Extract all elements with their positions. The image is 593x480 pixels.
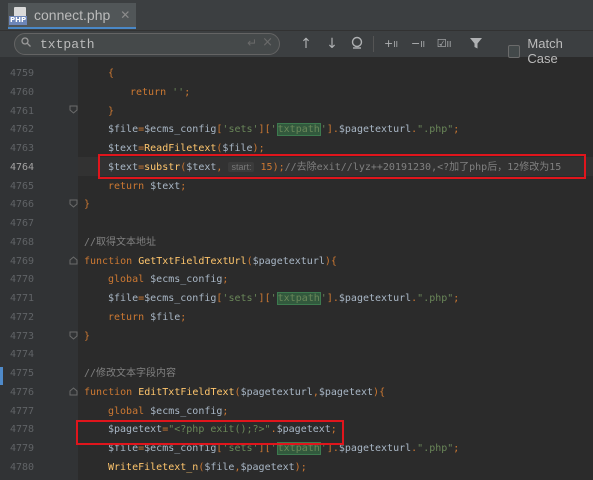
editor-tab-bar: PHP connect.php ✕ bbox=[0, 0, 593, 31]
close-icon[interactable]: ✕ bbox=[120, 8, 130, 22]
search-input[interactable] bbox=[40, 35, 240, 53]
filter-icon[interactable] bbox=[468, 36, 484, 52]
remove-occurrence-icon[interactable]: −II bbox=[408, 36, 428, 52]
tab-connect-php[interactable]: PHP connect.php ✕ bbox=[8, 3, 137, 29]
code-line: $file=$ecms_config['sets']['txtpath'].$p… bbox=[108, 292, 460, 305]
select-all-occurrences-icon[interactable]: ☑II bbox=[434, 36, 454, 52]
annotation-box-substr bbox=[98, 154, 586, 179]
previous-occurrence-button[interactable]: ↑ bbox=[298, 36, 314, 52]
code-line: //取得文本地址 bbox=[84, 237, 157, 248]
php-file-icon: PHP bbox=[9, 7, 28, 25]
code-line: $file=$ecms_config['sets']['txtpath'].$p… bbox=[108, 123, 460, 136]
code-line: global $ecms_config; bbox=[108, 406, 229, 417]
search-icon[interactable] bbox=[21, 37, 31, 47]
code-line: //修改文本字段内容 bbox=[84, 368, 177, 379]
code-line: WriteFiletext_n($file,$pagetext); bbox=[108, 462, 307, 473]
match-case-box[interactable] bbox=[508, 44, 521, 58]
code-line: function EditTxtFieldText($pagetexturl,$… bbox=[84, 387, 386, 398]
code-line: } bbox=[108, 106, 115, 117]
code-line: } bbox=[84, 199, 91, 210]
code-line: } bbox=[84, 331, 91, 342]
code-editor[interactable]: 4759 4760 4761 4762 4763 4764 4765 4766 … bbox=[0, 57, 593, 480]
search-field[interactable]: ↵ × bbox=[14, 33, 280, 55]
code-line: return $text; bbox=[108, 181, 187, 192]
add-occurrence-icon[interactable]: +II bbox=[381, 36, 401, 52]
toolbar-separator bbox=[373, 36, 374, 52]
code-line: function GetTxtFieldTextUrl($pagetexturl… bbox=[84, 256, 337, 267]
find-bar: ↵ × ↑ ↓ +II −II ☑II Match Case bbox=[0, 31, 593, 66]
next-occurrence-button[interactable]: ↓ bbox=[324, 36, 340, 52]
code-line: { bbox=[108, 68, 115, 79]
tab-title: connect.php bbox=[34, 7, 111, 23]
clear-search-icon[interactable]: × bbox=[262, 35, 273, 50]
code-line: return ''; bbox=[130, 87, 191, 98]
newline-icon[interactable]: ↵ bbox=[247, 36, 257, 50]
find-in-path-icon[interactable] bbox=[348, 36, 366, 52]
code-line: return $file; bbox=[108, 312, 187, 323]
code-line: global $ecms_config; bbox=[108, 274, 229, 285]
annotation-box-pagetext bbox=[76, 420, 344, 445]
